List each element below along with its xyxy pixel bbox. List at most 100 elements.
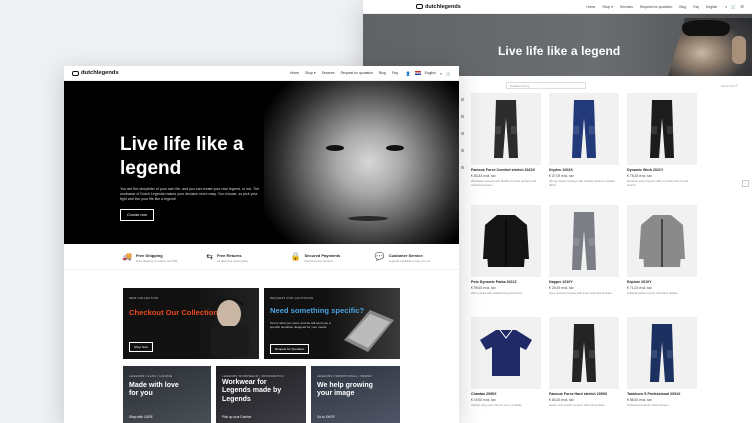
portrait-eye <box>386 145 404 151</box>
product-name[interactable]: Polo Dynamic Parka 2021Z <box>471 280 541 284</box>
product-image[interactable] <box>627 205 697 277</box>
product-description: Grey working trousers with knee pads and… <box>549 291 613 295</box>
usp-title: Secured Payments <box>304 253 341 258</box>
filter-dot[interactable] <box>461 98 464 101</box>
usp-title: Free Returns <box>216 253 242 258</box>
choose-now-button[interactable]: Choose now <box>120 209 154 221</box>
nav-services[interactable]: Services <box>322 71 335 75</box>
user-icon[interactable]: 👤 <box>406 71 411 76</box>
filter-dot[interactable] <box>461 115 464 118</box>
product-card[interactable]: Dynamic Work 2021Y € 78,33 excl. tax Dyn… <box>627 93 697 205</box>
logo-mark-icon <box>72 70 79 76</box>
feature-tile[interactable]: LEGENDS WORKWEAR | CROSSMATCH Workwear f… <box>216 366 306 423</box>
product-card[interactable]: Dryden 1002X € 37,09 excl. tax Strong wo… <box>549 93 619 205</box>
product-card[interactable]: Chantax 2090X € 19,92 excl. tax Classic … <box>471 317 541 423</box>
product-price: € 99,60 excl. tax <box>471 286 496 290</box>
product-description: Professional denim work trousers. <box>627 403 670 407</box>
nav-blog[interactable]: Blog <box>379 71 386 75</box>
view-options[interactable]: Show ▾ ⊞ ☰ <box>721 84 738 88</box>
product-description: Classic navy polo shirt for every workda… <box>471 403 523 407</box>
nav-home[interactable]: Home <box>586 5 595 9</box>
shop-logo[interactable]: dutchlegends <box>416 4 461 10</box>
filter-dot[interactable] <box>461 149 464 152</box>
product-price: € 78,33 excl. tax <box>627 174 652 178</box>
product-image[interactable] <box>627 93 697 165</box>
nav-quotation[interactable]: Request for quotation <box>341 71 373 75</box>
usp-bar: 🚚 Free Shipping Free shipping on orders ov… <box>64 244 459 270</box>
product-name[interactable]: Explore 2010Y <box>627 280 697 284</box>
product-image[interactable] <box>471 205 541 277</box>
product-image[interactable] <box>471 93 541 165</box>
product-name[interactable]: Tankhorn S Professional 2091X <box>627 392 697 396</box>
feature-tile[interactable]: LEGENDS PROMOTIONAL | BRAND We help grow… <box>311 366 400 423</box>
product-name[interactable]: Chantax 2090X <box>471 392 541 396</box>
feature-tile[interactable]: NEW COLLECTION Checkout Our Collection Sh… <box>123 288 259 359</box>
product-card[interactable]: Tankhorn S Professional 2091X € 86,92 ex… <box>627 317 697 423</box>
product-card[interactable]: Famous Force Comfort stretch 2022X € 83,… <box>471 93 541 205</box>
cart-icon[interactable]: 🛒 <box>446 71 451 76</box>
feature-link[interactable]: Shop with CARE <box>129 415 153 419</box>
feature-tile[interactable]: REQUEST FOR QUOTATION Need something spe… <box>264 288 400 359</box>
product-card[interactable]: Famous Force Hard stretch 2090X € 84,20 … <box>549 317 619 423</box>
product-price: € 37,09 excl. tax <box>549 174 574 178</box>
request-quotation-button[interactable]: Request for Quotation <box>270 344 310 354</box>
nav-home[interactable]: Home <box>290 71 299 75</box>
product-name[interactable]: Dynamic Work 2021Y <box>627 168 697 172</box>
portrait-mouth <box>348 216 388 221</box>
product-image[interactable] <box>549 205 619 277</box>
feature-link[interactable]: Pick up your Dutchie <box>222 415 251 419</box>
scroll-arrow-icon[interactable]: › <box>742 180 749 187</box>
home-page-preview: dutchlegends Home Shop ▾ Services Reques… <box>64 66 459 423</box>
product-card[interactable]: Polo Dynamic Parka 2021Z € 99,60 excl. t… <box>471 205 541 317</box>
side-filters <box>461 98 467 169</box>
product-price: € 83,43 excl. tax <box>471 174 496 178</box>
search-icon[interactable]: ⌕ <box>440 71 442 76</box>
sort-select[interactable]: Default sorting <box>506 82 586 89</box>
home-logo[interactable]: dutchlegends <box>72 70 119 76</box>
usp-item: ⇆ Free Returns 14 days free return policy <box>206 253 290 269</box>
feature-tile[interactable]: LEGENDS CLASS | HOODIE Made with love fo… <box>123 366 211 423</box>
nav-services[interactable]: Services <box>620 5 633 9</box>
product-image[interactable] <box>549 93 619 165</box>
lock-icon: 🔒 <box>290 252 301 261</box>
usp-subtitle: Payments are secured <box>304 259 333 263</box>
product-description: Warm parka with padded lining and hood. <box>471 291 523 295</box>
product-card[interactable]: Dapper 1010Y € 25,49 excl. tax Grey work… <box>549 205 619 317</box>
filter-dot[interactable] <box>461 166 464 169</box>
product-name[interactable]: Famous Force Hard stretch 2090X <box>549 392 619 396</box>
nav-quotation[interactable]: Request for quotation <box>640 5 672 9</box>
product-name[interactable]: Dryden 1002X <box>549 168 619 172</box>
usp-item: 💬 Customer Service Legends available to he… <box>375 253 459 269</box>
nav-language[interactable]: English <box>706 5 717 9</box>
product-card[interactable]: Explore 2010Y € 71,03 excl. tax Softshel… <box>627 205 697 317</box>
logo-text: dutchlegends <box>425 3 461 10</box>
feature-link[interactable]: Go to SHOP <box>317 415 335 419</box>
feature-eyebrow: REQUEST FOR QUOTATION <box>270 296 314 300</box>
nav-faq[interactable]: Faq <box>693 5 699 9</box>
product-image[interactable] <box>549 317 619 389</box>
shop-nav: Home Shop ▾ Services Request for quotati… <box>586 5 717 9</box>
shop-now-button[interactable]: Shop Now <box>129 342 153 352</box>
product-image[interactable] <box>471 317 541 389</box>
hero-text: You are the storyteller of your own life… <box>120 187 260 202</box>
nav-blog[interactable]: Blog <box>679 5 686 9</box>
nav-language[interactable]: English <box>425 71 436 75</box>
product-name[interactable]: Dapper 1010Y <box>549 280 619 284</box>
truck-icon: 🚚 <box>122 252 132 261</box>
product-name[interactable]: Famous Force Comfort stretch 2022X <box>471 168 541 172</box>
cart-icon[interactable]: 🛒 <box>731 4 736 9</box>
product-price: € 86,92 excl. tax <box>627 398 652 402</box>
nav-shop[interactable]: Shop ▾ <box>305 71 316 75</box>
filter-dot[interactable] <box>461 132 464 135</box>
product-image[interactable] <box>627 317 697 389</box>
product-price: € 19,92 excl. tax <box>471 398 496 402</box>
nav-shop[interactable]: Shop ▾ <box>602 5 613 9</box>
usp-title: Customer Service <box>388 253 423 258</box>
feature-text: Tell us what you need, and we will send … <box>270 321 331 330</box>
chat-icon: 💬 <box>374 252 385 261</box>
search-icon[interactable]: ⌕ <box>725 4 727 9</box>
hero-title: Live life like a legend <box>120 134 244 179</box>
feature-title: Workwear for Legends made by Legends <box>222 379 282 403</box>
nav-faq[interactable]: Faq <box>392 71 398 75</box>
menu-icon[interactable]: ☰ <box>740 4 744 9</box>
